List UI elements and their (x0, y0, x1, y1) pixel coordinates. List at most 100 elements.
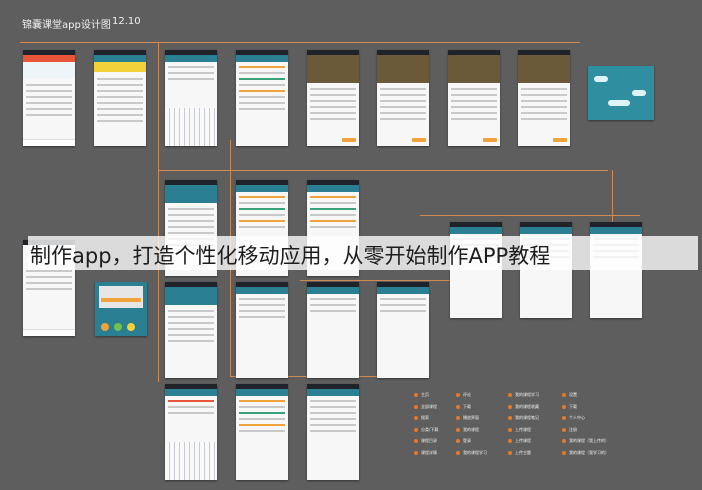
screen-header (236, 55, 288, 62)
content-rows (239, 66, 285, 114)
login-card (99, 286, 143, 308)
connector-line (300, 280, 460, 281)
action-button[interactable] (483, 138, 497, 142)
video-banner (448, 55, 500, 83)
legend-item: 我的课程（我学习的） (562, 450, 612, 462)
action-button[interactable] (553, 138, 567, 142)
content-rows (239, 400, 285, 436)
screen-header (450, 227, 502, 234)
keyboard (165, 442, 217, 480)
legend-item: 上传课程 (508, 427, 558, 439)
screen-login (95, 282, 147, 336)
screen-header (307, 185, 359, 192)
legend-item: 下载 (456, 404, 506, 416)
legend-item: 上传主题 (508, 450, 558, 462)
legend-column: 我的课程学习 我的课程收藏 我的课程笔记 上传课程 上传课程 上传主题 (508, 392, 558, 461)
screen-home (23, 50, 75, 146)
screen-my-profile (165, 282, 217, 378)
screen-header (307, 389, 359, 396)
screen-header (23, 55, 75, 62)
screen-header (236, 185, 288, 192)
tab-bar (23, 139, 75, 146)
screen-header (236, 389, 288, 396)
legend-item: 注册 (562, 427, 612, 439)
legend-item: 我的课程学习 (508, 392, 558, 404)
design-date: 12.10 (112, 16, 141, 27)
legend-item: 我的课程学习 (456, 450, 506, 462)
legend-item: 播放界面 (456, 415, 506, 427)
content-rows (451, 88, 497, 124)
screen-register (165, 384, 217, 480)
banner (94, 62, 146, 72)
screen-my-favorites (307, 384, 359, 480)
screen-header (165, 287, 217, 305)
screen-comments (448, 50, 500, 146)
connector-line (158, 42, 159, 382)
content-rows (26, 84, 72, 120)
legend-item: 下载 (562, 404, 612, 416)
screen-search (165, 50, 217, 146)
cloud (594, 76, 608, 82)
screen-header (165, 389, 217, 396)
connector-line (612, 170, 613, 230)
screen-category (236, 50, 288, 146)
legend-item: 上传课程 (508, 438, 558, 450)
content-rows (310, 298, 356, 316)
screen-upload-course (307, 282, 359, 378)
keyboard (165, 108, 217, 146)
content-rows (168, 66, 214, 84)
connector-line (158, 170, 608, 171)
video-banner (518, 55, 570, 83)
social-login-icons (101, 316, 140, 335)
login-button[interactable] (101, 298, 141, 302)
connector-line (20, 42, 580, 43)
content-rows (239, 196, 285, 232)
tab-bar (23, 329, 75, 336)
action-button[interactable] (342, 138, 356, 142)
content-rows (521, 88, 567, 124)
content-rows (380, 88, 426, 124)
screen-header (377, 287, 429, 294)
screen-download (518, 50, 570, 146)
screen-header (307, 287, 359, 294)
legend-item: 设置 (562, 392, 612, 404)
content-rows (310, 196, 356, 232)
app-title: 锦囊课堂app设计图 (22, 20, 111, 31)
legend-item: 我的课程收藏 (508, 404, 558, 416)
screen-player-landscape (588, 66, 654, 120)
legend-item: 登录 (456, 438, 506, 450)
content-rows (168, 400, 214, 418)
legend-item: 我的课程（我上传的） (562, 438, 612, 450)
cloud (608, 100, 630, 106)
legend-item: 我的课程 (456, 427, 506, 439)
screen-my-notes (236, 384, 288, 480)
screen-upload (236, 282, 288, 378)
video-banner (307, 55, 359, 83)
video-banner (377, 55, 429, 83)
screen-legend: 主页 全部课程 搜索 分类/下载 课程目录 课程详情 评论 下载 播放界面 我的… (414, 392, 614, 462)
screen-header (165, 185, 217, 203)
content-rows (310, 88, 356, 124)
screen-course-detail (377, 50, 429, 146)
screen-header (94, 55, 146, 62)
screen-header (165, 55, 217, 62)
screen-upload-topic (377, 282, 429, 378)
content-rows (239, 298, 285, 322)
cloud (632, 90, 646, 96)
content-rows (26, 270, 72, 294)
content-rows (97, 78, 143, 126)
legend-item: 个人中心 (562, 415, 612, 427)
content-rows (168, 310, 214, 346)
screen-all-courses (94, 50, 146, 146)
action-button[interactable] (412, 138, 426, 142)
content-rows (380, 298, 426, 316)
banner (23, 62, 75, 78)
overlay-caption: 制作app，打造个性化移动应用，从零开始制作APP教程 (30, 244, 551, 268)
screen-header (236, 287, 288, 294)
screen-header (590, 227, 642, 234)
legend-column: 设置 下载 个人中心 注册 我的课程（我上传的） 我的课程（我学习的） (562, 392, 612, 461)
legend-item: 评论 (456, 392, 506, 404)
screen-course-catalog (307, 50, 359, 146)
screen-header (520, 227, 572, 234)
legend-column: 评论 下载 播放界面 我的课程 登录 我的课程学习 (456, 392, 506, 461)
